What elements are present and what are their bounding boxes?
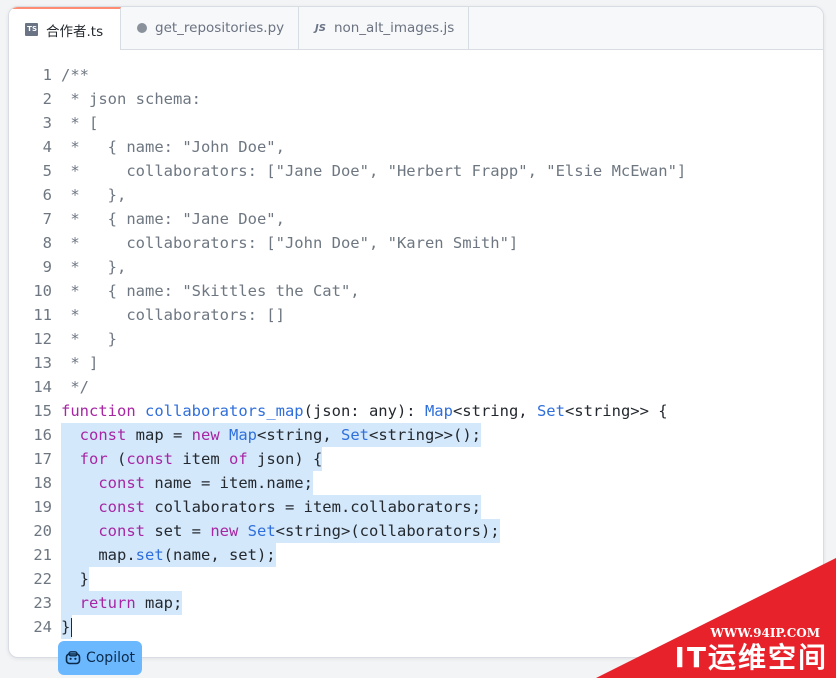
code-line: 6 * }, [9, 183, 823, 207]
code-line: 20 const set = new Set<string>(collabora… [9, 519, 823, 543]
code-text: return map; [61, 591, 183, 615]
line-number: 13 [33, 354, 52, 372]
code-line: 15 function collaborators_map(json: any):… [9, 399, 823, 423]
code-text: const map = new Map<string, Set<string>>… [61, 423, 481, 447]
copilot-button[interactable]: Copilot [58, 641, 142, 675]
line-number: 7 [42, 210, 52, 228]
tab-non-alt-images-js[interactable]: JS non_alt_images.js [299, 7, 469, 49]
code-line: 3 * [ [9, 111, 823, 135]
line-number: 20 [33, 522, 52, 540]
watermark-name: IT运维空间 [674, 641, 828, 674]
line-number: 15 [33, 402, 52, 420]
code-line: 18 const name = item.name; [9, 471, 823, 495]
ts-file-icon: TS [25, 23, 38, 36]
line-number: 19 [33, 498, 52, 516]
code-text: * { name: "John Doe", [61, 138, 285, 156]
text-cursor [71, 618, 73, 637]
line-number: 23 [33, 594, 52, 612]
tab-bar: TS 合作者.ts get_repositories.py JS non_alt… [9, 7, 823, 50]
tab-label: 合作者.ts [46, 23, 104, 40]
code-text: * collaborators: ["Jane Doe", "Herbert F… [61, 162, 687, 180]
code-text: * { name: "Jane Doe", [61, 210, 285, 228]
code-text: } [61, 615, 73, 639]
line-number: 12 [33, 330, 52, 348]
line-number: 6 [42, 186, 52, 204]
line-number: 16 [33, 426, 52, 444]
code-text: * }, [61, 186, 127, 204]
code-text: function collaborators_map(json: any): M… [61, 402, 668, 420]
code-text: * collaborators: [] [61, 306, 285, 324]
code-line: 12 * } [9, 327, 823, 351]
watermark: WWW.94IP.COM IT运维空间 [596, 558, 836, 678]
line-number: 18 [33, 474, 52, 492]
line-number: 1 [42, 66, 52, 84]
code-text: * json schema: [61, 90, 201, 108]
code-line: 19 const collaborators = item.collaborat… [9, 495, 823, 519]
code-line: 5 * collaborators: ["Jane Doe", "Herbert… [9, 159, 823, 183]
tab-label: non_alt_images.js [333, 20, 455, 36]
code-text: } [61, 567, 89, 591]
python-file-icon [137, 23, 147, 33]
code-text: /** [61, 66, 89, 84]
code-text: const name = item.name; [61, 471, 313, 495]
line-number: 3 [42, 114, 52, 132]
code-text: * } [61, 330, 117, 348]
line-number: 4 [42, 138, 52, 156]
code-text: * [ [61, 114, 99, 132]
code-line: 1 /** [9, 63, 823, 87]
code-line: 2 * json schema: [9, 87, 823, 111]
code-text: * { name: "Skittles the Cat", [61, 282, 360, 300]
code-line: 11 * collaborators: [] [9, 303, 823, 327]
tab-collaborators-ts[interactable]: TS 合作者.ts [9, 7, 121, 50]
line-number: 24 [33, 618, 52, 636]
line-number: 17 [33, 450, 52, 468]
code-line: 9 * }, [9, 255, 823, 279]
code-line: 10 * { name: "Skittles the Cat", [9, 279, 823, 303]
line-number: 8 [42, 234, 52, 252]
line-number: 5 [42, 162, 52, 180]
code-text: * ] [61, 354, 99, 372]
code-editor[interactable]: 1/** 2 * json schema: 3 * [4 * { name: "Jo… [9, 63, 823, 639]
code-text: const set = new Set<string>(collaborator… [61, 519, 500, 543]
line-number: 2 [42, 90, 52, 108]
code-text: for (const item of json) { [61, 447, 323, 471]
line-number: 22 [33, 570, 52, 588]
code-text: const collaborators = item.collaborators… [61, 495, 481, 519]
line-number: 9 [42, 258, 52, 276]
line-number: 10 [33, 282, 52, 300]
copilot-icon [65, 651, 81, 665]
tab-label: get_repositories.py [155, 20, 285, 36]
code-text: * }, [61, 258, 127, 276]
js-file-icon: JS [315, 22, 326, 34]
code-line: 14 */ [9, 375, 823, 399]
code-line: 16 const map = new Map<string, Set<strin… [9, 423, 823, 447]
line-number: 11 [33, 306, 52, 324]
line-number: 21 [33, 546, 52, 564]
tab-get-repositories-py[interactable]: get_repositories.py [121, 7, 299, 49]
code-line: 8 * collaborators: ["John Doe", "Karen S… [9, 231, 823, 255]
code-text: * collaborators: ["John Doe", "Karen Smi… [61, 234, 519, 252]
copilot-label: Copilot [85, 650, 136, 666]
code-text: */ [61, 378, 89, 396]
code-text: map.set(name, set); [61, 543, 276, 567]
line-number: 14 [33, 378, 52, 396]
code-line: 4 * { name: "John Doe", [9, 135, 823, 159]
code-line: 17 for (const item of json) { [9, 447, 823, 471]
code-line: 7 * { name: "Jane Doe", [9, 207, 823, 231]
code-line: 13 * ] [9, 351, 823, 375]
